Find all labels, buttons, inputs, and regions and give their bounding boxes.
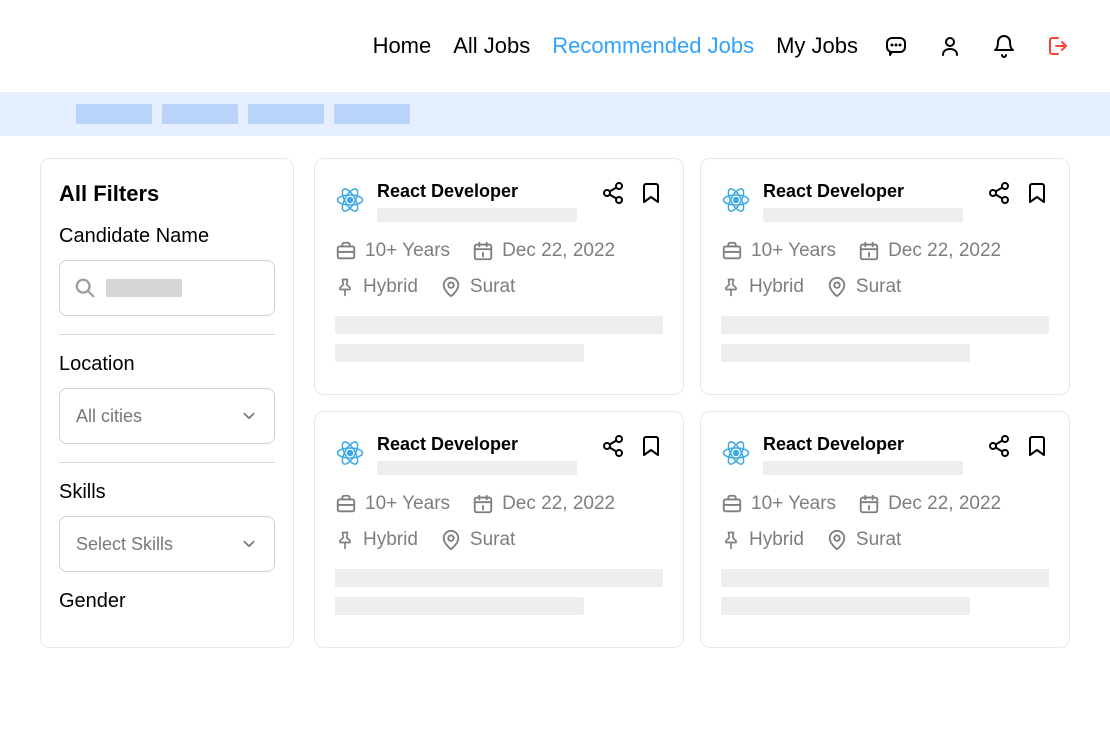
location-meta: Surat (440, 276, 515, 298)
briefcase-icon (721, 493, 743, 515)
sub-pill (248, 104, 324, 124)
briefcase-icon (335, 493, 357, 515)
experience-meta: 10+ Years (721, 240, 836, 262)
subbar (0, 92, 1110, 136)
experience-meta: 10+ Years (721, 493, 836, 515)
briefcase-icon (721, 240, 743, 262)
share-icon[interactable] (987, 434, 1011, 458)
react-icon (335, 438, 365, 468)
date-meta: Dec 22, 2022 (858, 493, 1001, 515)
share-icon[interactable] (601, 434, 625, 458)
desc-line (721, 316, 1049, 334)
location-select[interactable]: All cities (59, 388, 275, 444)
job-card[interactable]: React Developer 10+ Years Dec 22, 2022 H… (314, 411, 684, 648)
job-title: React Developer (763, 181, 975, 202)
experience-meta: 10+ Years (335, 240, 450, 262)
chevron-down-icon (240, 535, 258, 553)
skills-label: Skills (59, 481, 275, 504)
location-label: Location (59, 353, 275, 376)
date-meta: Dec 22, 2022 (858, 240, 1001, 262)
desc-line (721, 597, 970, 615)
calendar-icon (472, 493, 494, 515)
nav-recommended-jobs[interactable]: Recommended Jobs (552, 33, 754, 59)
job-title: React Developer (377, 434, 589, 455)
chat-icon[interactable] (884, 34, 908, 58)
desc-line (721, 569, 1049, 587)
location-meta: Surat (826, 276, 901, 298)
location-icon (440, 529, 462, 551)
calendar-icon (472, 240, 494, 262)
desc-line (721, 344, 970, 362)
divider (59, 462, 275, 463)
calendar-icon (858, 240, 880, 262)
briefcase-icon (335, 240, 357, 262)
react-icon (721, 438, 751, 468)
react-icon (335, 185, 365, 215)
bookmark-icon[interactable] (1025, 434, 1049, 458)
job-subtitle (763, 208, 963, 222)
nav-home[interactable]: Home (373, 33, 432, 59)
pin-icon (335, 277, 355, 297)
location-icon (826, 276, 848, 298)
mode-meta: Hybrid (721, 529, 804, 551)
chevron-down-icon (240, 407, 258, 425)
calendar-icon (858, 493, 880, 515)
search-icon (74, 277, 96, 299)
date-meta: Dec 22, 2022 (472, 493, 615, 515)
job-subtitle (377, 461, 577, 475)
pin-icon (721, 530, 741, 550)
location-icon (826, 529, 848, 551)
sub-pill (334, 104, 410, 124)
skills-select[interactable]: Select Skills (59, 516, 275, 572)
sub-pill (162, 104, 238, 124)
input-placeholder (106, 279, 182, 297)
skills-value: Select Skills (76, 534, 173, 555)
react-icon (721, 185, 751, 215)
job-title: React Developer (377, 181, 589, 202)
mode-meta: Hybrid (721, 276, 804, 298)
logout-icon[interactable] (1046, 34, 1070, 58)
gender-label: Gender (59, 590, 275, 613)
job-card[interactable]: React Developer 10+ Years Dec 22, 2022 H… (700, 411, 1070, 648)
desc-line (335, 569, 663, 587)
bookmark-icon[interactable] (639, 181, 663, 205)
share-icon[interactable] (987, 181, 1011, 205)
desc-line (335, 597, 584, 615)
bell-icon[interactable] (992, 34, 1016, 58)
experience-meta: 10+ Years (335, 493, 450, 515)
nav-all-jobs[interactable]: All Jobs (453, 33, 530, 59)
candidate-name-label: Candidate Name (59, 225, 275, 248)
job-subtitle (377, 208, 577, 222)
mode-meta: Hybrid (335, 529, 418, 551)
bookmark-icon[interactable] (1025, 181, 1049, 205)
desc-line (335, 344, 584, 362)
filters-panel: All Filters Candidate Name Location All … (40, 158, 294, 648)
location-meta: Surat (826, 529, 901, 551)
divider (59, 334, 275, 335)
job-title: React Developer (763, 434, 975, 455)
bookmark-icon[interactable] (639, 434, 663, 458)
job-card[interactable]: React Developer 10+ Years Dec 22, 2022 H… (314, 158, 684, 395)
job-card[interactable]: React Developer 10+ Years Dec 22, 2022 H… (700, 158, 1070, 395)
pin-icon (335, 530, 355, 550)
job-subtitle (763, 461, 963, 475)
location-icon (440, 276, 462, 298)
location-value: All cities (76, 406, 142, 427)
user-icon[interactable] (938, 34, 962, 58)
sub-pill (76, 104, 152, 124)
share-icon[interactable] (601, 181, 625, 205)
filters-title: All Filters (59, 181, 275, 207)
pin-icon (721, 277, 741, 297)
date-meta: Dec 22, 2022 (472, 240, 615, 262)
location-meta: Surat (440, 529, 515, 551)
desc-line (335, 316, 663, 334)
nav-my-jobs[interactable]: My Jobs (776, 33, 858, 59)
candidate-name-input[interactable] (59, 260, 275, 316)
mode-meta: Hybrid (335, 276, 418, 298)
